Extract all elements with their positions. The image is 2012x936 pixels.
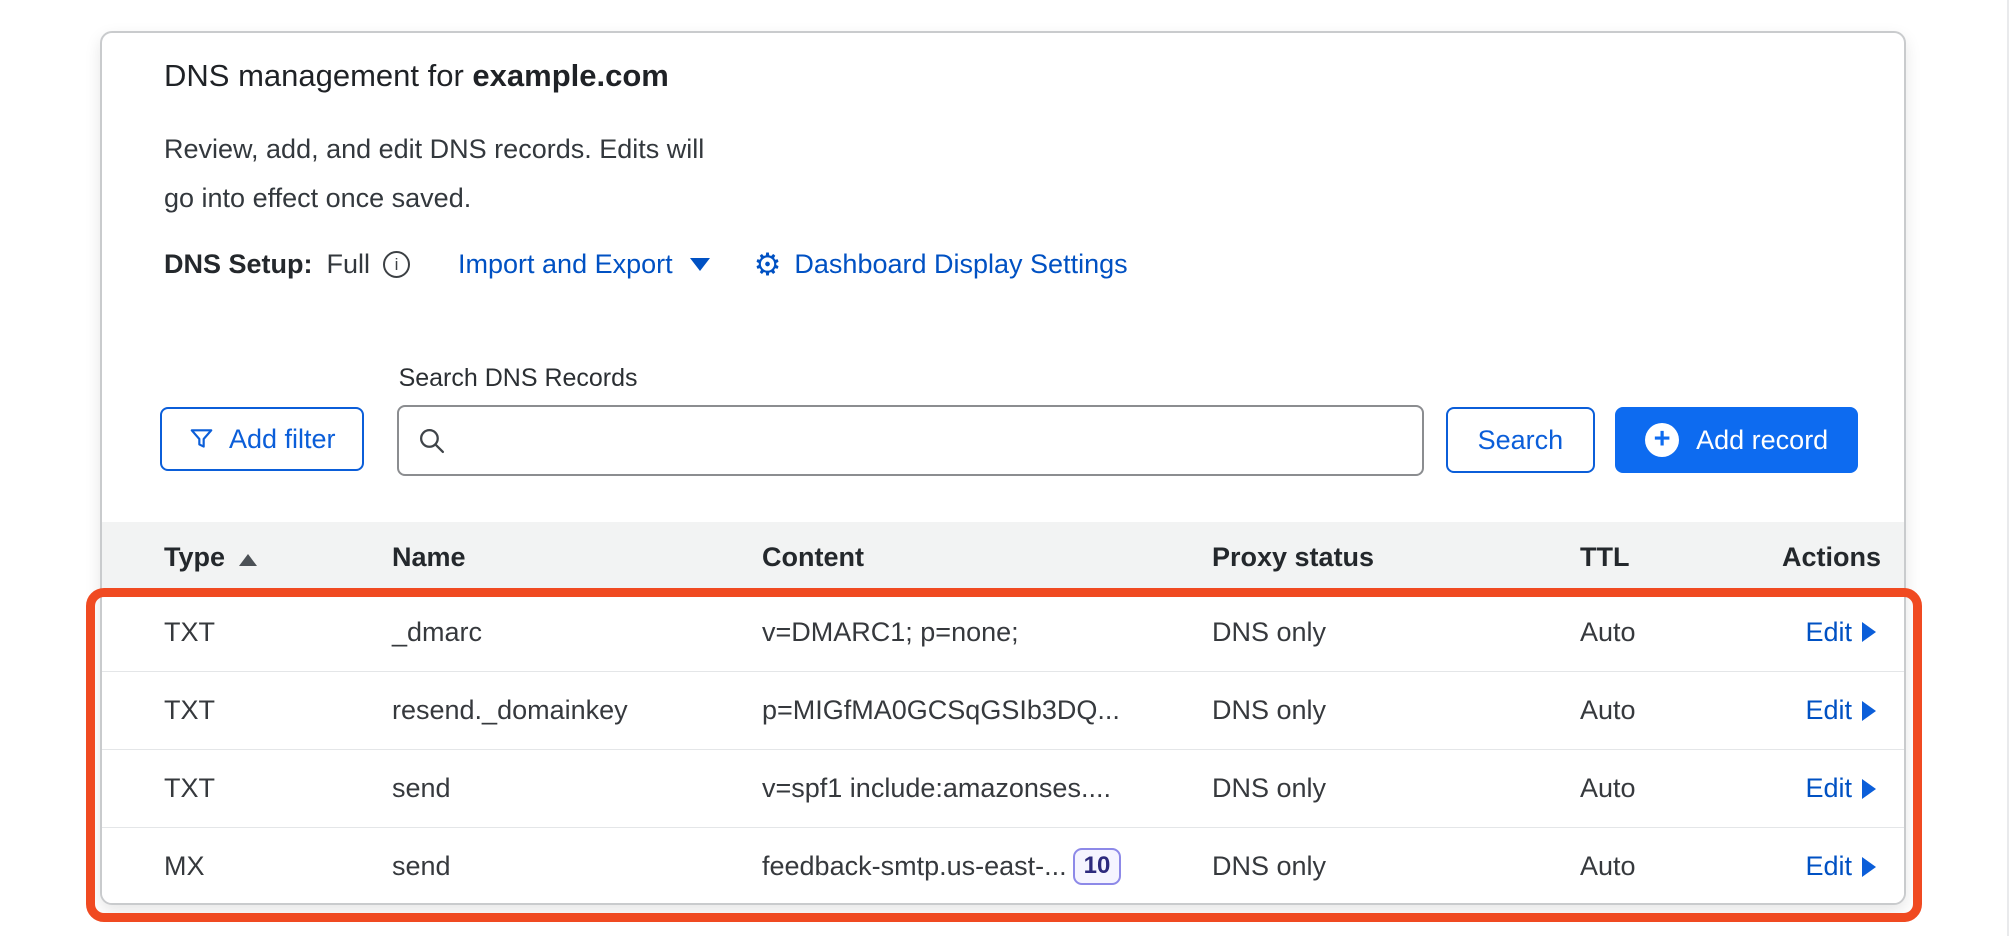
import-export-link[interactable]: Import and Export: [458, 249, 710, 280]
search-input[interactable]: [458, 425, 1404, 456]
page-description: Review, add, and edit DNS records. Edits…: [164, 125, 1904, 223]
search-dns-records-label: Search DNS Records: [399, 364, 1424, 393]
mx-priority-badge: 10: [1073, 848, 1122, 884]
dns-records-table: Type Name Content Proxy status TTL Actio…: [102, 522, 1904, 905]
table-controls: Add filter Search DNS Records Search + A…: [160, 364, 1904, 476]
cell-type: TXT: [164, 695, 392, 726]
filter-funnel-icon: [188, 426, 215, 452]
table-row: MX send feedback-smtp.us-east-... 10 DNS…: [102, 827, 1904, 905]
dns-setup-row: DNS Setup: Full i Import and Export ⚙ Da…: [164, 249, 1904, 280]
search-box[interactable]: [397, 405, 1424, 476]
edit-record-link[interactable]: Edit: [1805, 695, 1876, 726]
edit-record-link[interactable]: Edit: [1805, 851, 1876, 882]
chevron-down-icon: [690, 258, 710, 271]
table-header-row: Type Name Content Proxy status TTL Actio…: [102, 522, 1904, 593]
column-header-name[interactable]: Name: [392, 542, 762, 573]
dns-management-card: DNS management for example.com Review, a…: [100, 31, 1906, 905]
column-header-proxy-status[interactable]: Proxy status: [1212, 542, 1580, 573]
cell-name: _dmarc: [392, 617, 762, 648]
cell-proxy-status: DNS only: [1212, 851, 1580, 882]
gear-icon: ⚙: [754, 249, 782, 280]
dns-setup-value: Full: [327, 249, 371, 280]
info-icon[interactable]: i: [383, 251, 410, 278]
cell-ttl: Auto: [1580, 617, 1782, 648]
cell-name: send: [392, 851, 762, 882]
search-section: Search DNS Records: [397, 364, 1424, 476]
search-button-label: Search: [1478, 425, 1564, 456]
dashboard-display-settings-link[interactable]: ⚙ Dashboard Display Settings: [754, 249, 1128, 280]
plus-icon: +: [1645, 423, 1679, 457]
cell-type: MX: [164, 851, 392, 882]
cell-ttl: Auto: [1580, 773, 1782, 804]
cell-ttl: Auto: [1580, 851, 1782, 882]
cell-content: v=spf1 include:amazonses....: [762, 773, 1212, 804]
chevron-right-icon: [1862, 622, 1876, 642]
add-filter-button[interactable]: Add filter: [160, 407, 364, 471]
cell-ttl: Auto: [1580, 695, 1782, 726]
page-title-prefix: DNS management for: [164, 58, 472, 93]
page-description-line1: Review, add, and edit DNS records. Edits…: [164, 125, 1904, 174]
cell-proxy-status: DNS only: [1212, 773, 1580, 804]
dashboard-display-settings-label: Dashboard Display Settings: [794, 249, 1127, 280]
chevron-right-icon: [1862, 857, 1876, 877]
sort-ascending-icon: [239, 554, 257, 566]
page-edge-divider: [2007, 0, 2009, 936]
add-record-label: Add record: [1696, 425, 1828, 456]
table-row: TXT resend._domainkey p=MIGfMA0GCSqGSIb3…: [102, 671, 1904, 749]
cell-name: send: [392, 773, 762, 804]
import-export-label: Import and Export: [458, 249, 673, 280]
cell-proxy-status: DNS only: [1212, 695, 1580, 726]
search-button[interactable]: Search: [1446, 407, 1596, 473]
column-header-type[interactable]: Type: [164, 542, 392, 573]
cell-content-text: feedback-smtp.us-east-...: [762, 851, 1067, 882]
domain-name: example.com: [472, 58, 668, 93]
chevron-right-icon: [1862, 779, 1876, 799]
edit-record-link[interactable]: Edit: [1805, 617, 1876, 648]
cell-content: feedback-smtp.us-east-... 10: [762, 848, 1212, 884]
page-title: DNS management for example.com: [164, 57, 1904, 95]
chevron-right-icon: [1862, 701, 1876, 721]
column-header-ttl[interactable]: TTL: [1580, 542, 1782, 573]
column-header-actions: Actions: [1782, 542, 1881, 573]
cell-content: v=DMARC1; p=none;: [762, 617, 1212, 648]
search-icon: [417, 426, 446, 455]
cell-name: resend._domainkey: [392, 695, 762, 726]
table-row: TXT send v=spf1 include:amazonses.... DN…: [102, 749, 1904, 827]
table-row: TXT _dmarc v=DMARC1; p=none; DNS only Au…: [102, 593, 1904, 671]
add-record-button[interactable]: + Add record: [1615, 407, 1858, 473]
page-description-line2: go into effect once saved.: [164, 174, 1904, 223]
cell-proxy-status: DNS only: [1212, 617, 1580, 648]
cell-type: TXT: [164, 773, 392, 804]
dns-setup-label: DNS Setup:: [164, 249, 313, 280]
add-filter-label: Add filter: [229, 424, 336, 455]
edit-record-link[interactable]: Edit: [1805, 773, 1876, 804]
cell-type: TXT: [164, 617, 392, 648]
cell-content: p=MIGfMA0GCSqGSIb3DQ...: [762, 695, 1212, 726]
column-header-content[interactable]: Content: [762, 542, 1212, 573]
dns-management-page: DNS management for example.com Review, a…: [0, 0, 2012, 936]
